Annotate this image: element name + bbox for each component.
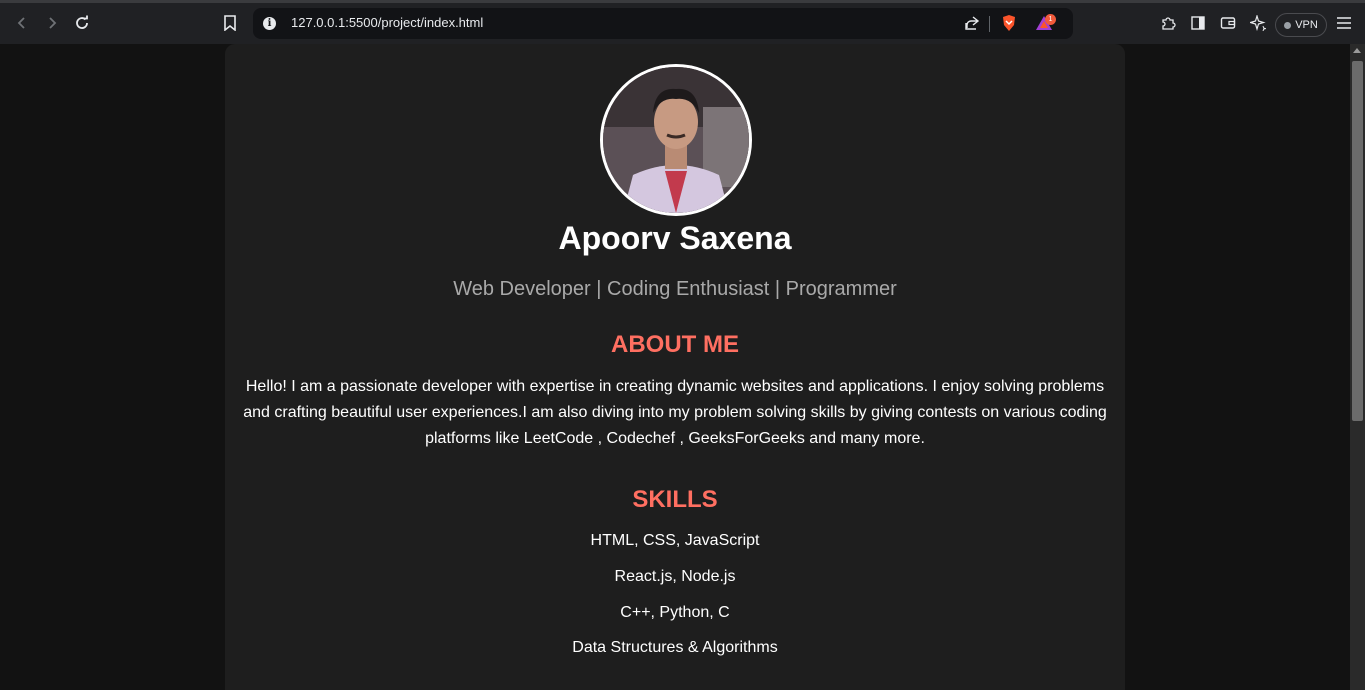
address-divider (989, 16, 990, 32)
brave-shields-icon[interactable] (998, 12, 1020, 34)
wallet-icon[interactable] (1217, 12, 1239, 34)
profile-avatar (600, 64, 752, 216)
avatar-photo (603, 67, 749, 213)
share-icon[interactable] (961, 12, 983, 34)
profile-card: Apoorv Saxena Web Developer | Coding Ent… (225, 44, 1125, 690)
sidebar-icon[interactable] (1187, 12, 1209, 34)
url-text[interactable]: 127.0.0.1:5500/project/index.html (291, 15, 483, 30)
about-heading: ABOUT ME (611, 331, 739, 358)
menu-icon[interactable] (1333, 12, 1355, 34)
about-text: Hello! I am a passionate developer with … (243, 378, 1107, 447)
forward-icon[interactable] (41, 12, 63, 34)
page-viewport: Apoorv Saxena Web Developer | Coding Ent… (0, 44, 1350, 690)
browser-toolbar: i 127.0.0.1:5500/project/index.html 1 VP… (0, 0, 1365, 44)
vpn-button[interactable]: VPN (1275, 13, 1327, 37)
skill-item: C++, Python, C (620, 604, 730, 621)
leo-ai-icon[interactable] (1247, 12, 1269, 34)
vpn-status-dot (1284, 21, 1292, 29)
notification-badge: 1 (1045, 14, 1056, 25)
scrollbar-thumb[interactable] (1352, 61, 1363, 421)
reload-icon[interactable] (71, 12, 93, 34)
bookmark-icon[interactable] (219, 12, 241, 34)
profile-name: Apoorv Saxena (558, 220, 792, 256)
extensions-icon[interactable] (1157, 12, 1179, 34)
scroll-up-arrow[interactable] (1353, 48, 1361, 53)
vpn-label: VPN (1295, 19, 1318, 31)
skill-item: Data Structures & Algorithms (572, 639, 778, 656)
skills-heading: SKILLS (632, 486, 718, 513)
profile-tagline: Web Developer | Coding Enthusiast | Prog… (453, 278, 897, 300)
skill-item: HTML, CSS, JavaScript (590, 532, 760, 549)
site-info-icon[interactable]: i (263, 17, 276, 30)
back-icon[interactable] (11, 12, 33, 34)
skill-item: React.js, Node.js (614, 568, 736, 585)
address-bar[interactable]: i 127.0.0.1:5500/project/index.html (253, 8, 1073, 39)
